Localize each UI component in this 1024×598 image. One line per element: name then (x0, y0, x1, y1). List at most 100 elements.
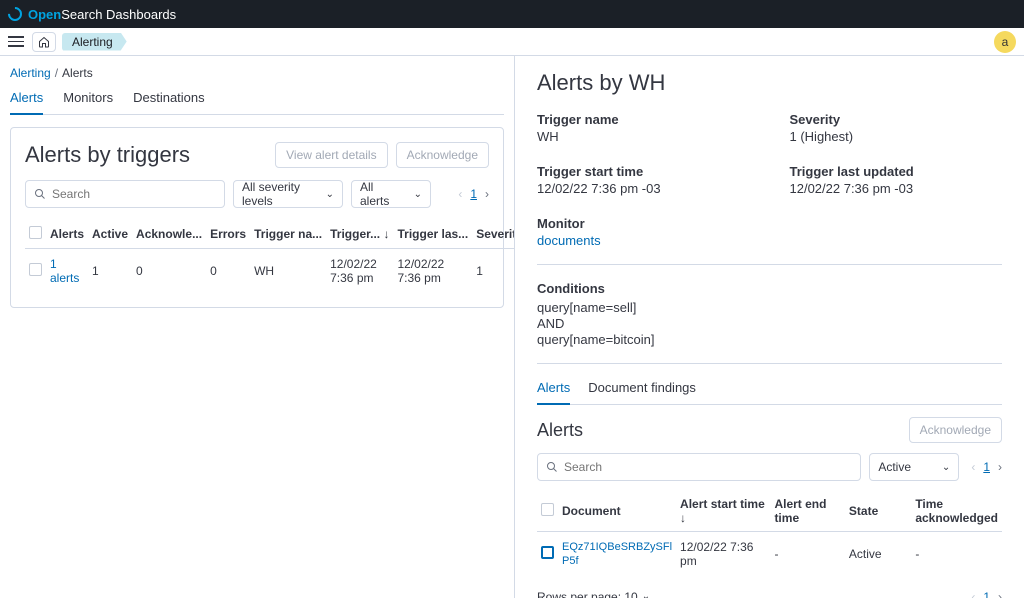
pager-page[interactable]: 1 (470, 187, 477, 201)
select-all-checkbox[interactable] (29, 226, 42, 239)
col-state[interactable]: State (845, 491, 911, 532)
pager-prev-icon[interactable]: ‹ (971, 460, 975, 474)
document-link[interactable]: EQz71IQBeSRBZySFl P5f (562, 540, 672, 569)
tab-destinations[interactable]: Destinations (133, 90, 205, 114)
hamburger-menu-icon[interactable] (6, 32, 26, 52)
breadcrumb-current: Alerts (62, 66, 93, 80)
subtab-document-findings[interactable]: Document findings (588, 380, 696, 404)
col-severity[interactable]: Severity (472, 220, 514, 249)
kv-trigger-name-value: WH (537, 129, 750, 144)
cell-trigger-last: 12/02/22 7:36 pm (393, 249, 472, 294)
kv-monitor-link[interactable]: documents (537, 233, 601, 248)
col-ack[interactable]: Acknowle... (132, 220, 206, 249)
chevron-down-icon: ⌄ (326, 189, 334, 200)
right-pane: Alerts by WH Trigger name WH Severity 1 … (514, 56, 1024, 598)
sort-down-icon: ↓ (680, 511, 686, 525)
pager-page[interactable]: 1 (983, 590, 990, 598)
home-icon (38, 36, 50, 48)
cell-alert-start: 12/02/22 7:36 pm (676, 532, 770, 577)
state-dropdown[interactable]: Active ⌄ (869, 453, 959, 481)
select-all-checkbox[interactable] (541, 503, 554, 516)
kv-trigger-start-label: Trigger start time (537, 164, 750, 179)
col-alerts[interactable]: Alerts (46, 220, 88, 249)
cell-active: 1 (88, 249, 132, 294)
brand-rest: Search Dashboards (61, 7, 176, 22)
triggers-pager: ‹ 1 › (458, 187, 489, 201)
table-row[interactable]: EQz71IQBeSRBZySFl P5f 12/02/22 7:36 pm -… (537, 532, 1002, 577)
cell-trigger-start: 12/02/22 7:36 pm (326, 249, 393, 294)
cell-alert-end: - (770, 532, 844, 577)
brand: OpenSearch Dashboards (8, 7, 176, 22)
home-button[interactable] (32, 32, 56, 52)
app-sub-bar: Alerting a (0, 28, 1024, 56)
row-checkbox[interactable] (29, 263, 42, 276)
col-trigger-start[interactable]: Trigger... ↓ (326, 220, 393, 249)
row-checkbox[interactable] (541, 546, 554, 559)
pager-page[interactable]: 1 (983, 460, 990, 474)
left-pane: Alerting / Alerts Alerts Monitors Destin… (0, 56, 514, 598)
alerts-by-triggers-panel: Alerts by triggers View alert details Ac… (10, 127, 504, 308)
col-time-ack[interactable]: Time acknowledged (911, 491, 1002, 532)
triggers-search[interactable] (25, 180, 225, 208)
chevron-down-icon: ⌄ (414, 189, 422, 200)
state-dropdown-label: Active (878, 460, 911, 474)
pager-next-icon[interactable]: › (998, 460, 1002, 474)
alerts-acknowledge-button[interactable]: Acknowledge (909, 417, 1002, 443)
panel-title: Alerts by triggers (25, 142, 190, 168)
kv-severity-value: 1 (Highest) (790, 129, 1003, 144)
cell-severity: 1 (472, 249, 514, 294)
alerts-filter-dropdown[interactable]: All alerts ⌄ (351, 180, 431, 208)
avatar[interactable]: a (994, 31, 1016, 53)
alerts-search[interactable] (537, 453, 861, 481)
opensearch-logo-icon (5, 4, 25, 24)
cell-trigger-name: WH (250, 249, 326, 294)
col-document[interactable]: Document (558, 491, 676, 532)
detail-sub-tabs: Alerts Document findings (537, 380, 1002, 405)
col-errors[interactable]: Errors (206, 220, 250, 249)
pager-prev-icon[interactable]: ‹ (971, 590, 975, 598)
context-tag[interactable]: Alerting (62, 33, 127, 51)
col-active[interactable]: Active (88, 220, 132, 249)
severity-dropdown-label: All severity levels (242, 180, 316, 208)
subtab-alerts[interactable]: Alerts (537, 380, 570, 405)
severity-dropdown[interactable]: All severity levels ⌄ (233, 180, 343, 208)
alerts-search-input[interactable] (564, 460, 852, 474)
kv-severity-label: Severity (790, 112, 1003, 127)
triggers-table: Alerts Active Acknowle... Errors Trigger… (25, 220, 514, 293)
tab-alerts[interactable]: Alerts (10, 90, 43, 115)
global-top-bar: OpenSearch Dashboards (0, 0, 1024, 28)
alerts-pager: ‹ 1 › (971, 460, 1002, 474)
pager-next-icon[interactable]: › (998, 590, 1002, 598)
cell-time-ack: - (911, 532, 1002, 577)
col-alert-start[interactable]: Alert start time ↓ (676, 491, 770, 532)
conditions-label: Conditions (537, 281, 1002, 296)
sort-down-icon: ↓ (383, 227, 389, 241)
search-icon (34, 188, 46, 200)
pager-next-icon[interactable]: › (485, 187, 489, 201)
kv-trigger-last-value: 12/02/22 7:36 pm -03 (790, 181, 1003, 196)
kv-monitor-label: Monitor (537, 216, 750, 231)
main-tabs: Alerts Monitors Destinations (10, 90, 504, 115)
triggers-search-input[interactable] (52, 187, 216, 201)
cell-state: Active (845, 532, 911, 577)
breadcrumb-root[interactable]: Alerting (10, 66, 51, 80)
divider (537, 363, 1002, 364)
tab-monitors[interactable]: Monitors (63, 90, 113, 114)
col-trigger-last[interactable]: Trigger las... (393, 220, 472, 249)
col-alert-end[interactable]: Alert end time (770, 491, 844, 532)
table-row[interactable]: 1 alerts 1 0 0 WH 12/02/22 7:36 pm 12/02… (25, 249, 514, 294)
alerts-footer-pager: ‹ 1 › (971, 590, 1002, 598)
acknowledge-button[interactable]: Acknowledge (396, 142, 489, 168)
rows-per-page-label: Rows per page: 10 (537, 590, 638, 598)
condition-line: query[name=sell] (537, 300, 1002, 315)
rows-per-page[interactable]: Rows per page: 10 ⌄ (537, 590, 650, 598)
col-trigger-name[interactable]: Trigger na... (250, 220, 326, 249)
view-alert-details-button[interactable]: View alert details (275, 142, 388, 168)
breadcrumb-sep: / (55, 66, 58, 80)
alerts-count-link[interactable]: 1 alerts (50, 257, 79, 285)
condition-line: query[name=bitcoin] (537, 332, 1002, 347)
search-icon (546, 461, 558, 473)
detail-title: Alerts by WH (537, 70, 1002, 96)
pager-prev-icon[interactable]: ‹ (458, 187, 462, 201)
chevron-down-icon: ⌄ (942, 462, 950, 473)
